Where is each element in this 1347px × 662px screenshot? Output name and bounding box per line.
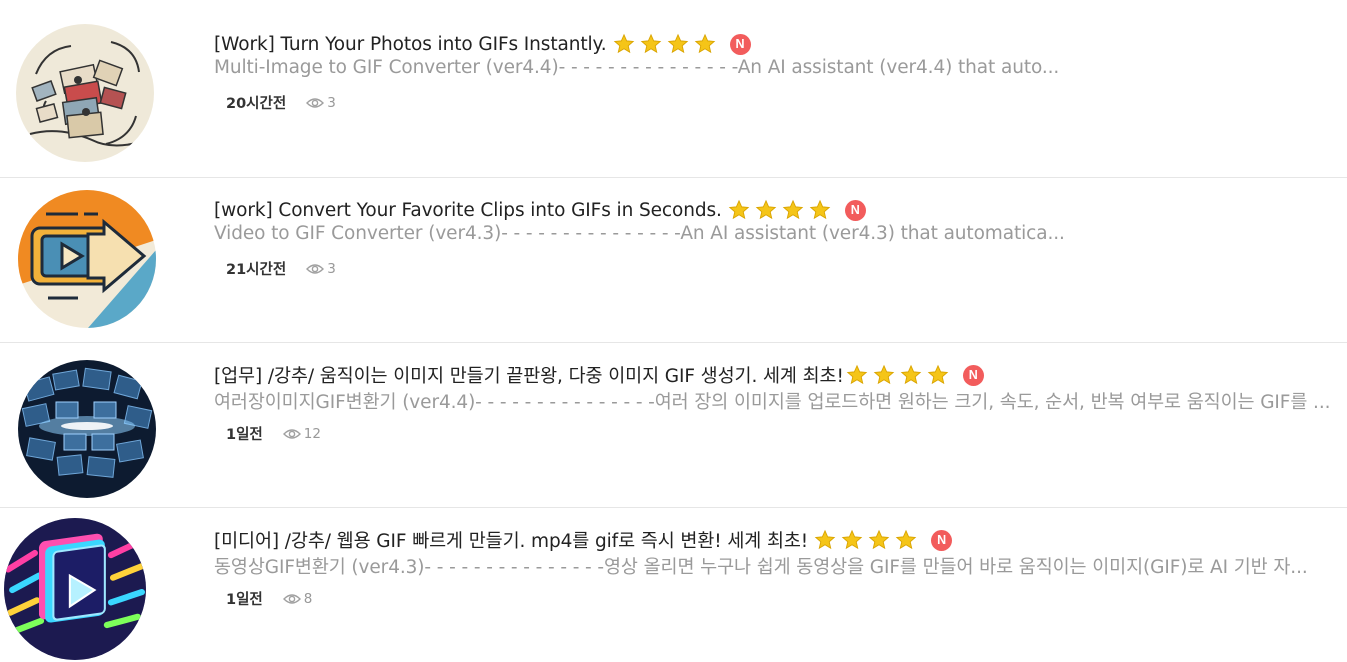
post-title-row: [미디어] /강추/ 웹용 GIF 빠르게 만들기. mp4를 gif로 즉시 …: [214, 526, 953, 554]
eye-icon: [282, 428, 301, 440]
post-title[interactable]: [업무] /강추/ 움직이는 이미지 만들기 끝판왕, 다중 이미지 GIF 생…: [214, 362, 844, 388]
post-list: [Work] Turn Your Photos into GIFs Instan…: [0, 0, 1347, 662]
post-meta: 21시간전 3: [226, 258, 336, 279]
star-icon: [927, 364, 949, 386]
star-icon: [809, 199, 831, 221]
post-item-1[interactable]: [Work] Turn Your Photos into GIFs Instan…: [0, 12, 1347, 178]
post-title[interactable]: [work] Convert Your Favorite Clips into …: [214, 200, 722, 221]
post-time: 21시간전: [226, 262, 287, 278]
view-count: 12: [282, 425, 321, 442]
view-count-value: 12: [303, 425, 321, 442]
star-icon: [694, 33, 716, 55]
eye-icon: [282, 593, 301, 605]
view-count: 3: [306, 95, 336, 111]
post-meta: 20시간전 3: [226, 92, 336, 113]
rating-stars: [814, 529, 922, 551]
post-title[interactable]: [Work] Turn Your Photos into GIFs Instan…: [214, 34, 607, 55]
new-badge: N: [844, 199, 866, 221]
video-to-gif-arrow-icon[interactable]: [18, 190, 156, 328]
post-item-3[interactable]: [업무] /강추/ 움직이는 이미지 만들기 끝판왕, 다중 이미지 GIF 생…: [0, 343, 1347, 508]
view-count-value: 3: [327, 260, 336, 277]
post-time: 20시간전: [226, 96, 287, 112]
star-icon: [873, 364, 895, 386]
post-title-row: [업무] /강추/ 움직이는 이미지 만들기 끝판왕, 다중 이미지 GIF 생…: [214, 361, 984, 389]
new-badge: N: [931, 529, 953, 551]
post-description[interactable]: 여러장이미지GIF변환기 (ver4.4)- - - - - - - - - -…: [214, 388, 1334, 414]
star-icon: [782, 199, 804, 221]
view-count: 3: [306, 261, 336, 277]
view-count-value: 8: [303, 590, 313, 607]
star-icon: [667, 33, 689, 55]
post-title-row: [work] Convert Your Favorite Clips into …: [214, 196, 866, 224]
post-description[interactable]: Video to GIF Converter (ver4.3)- - - - -…: [214, 223, 1334, 244]
star-icon: [640, 33, 662, 55]
post-meta: 1일전 12: [226, 423, 321, 444]
rating-stars: [846, 364, 954, 386]
eye-icon: [306, 97, 325, 109]
star-icon: [814, 529, 836, 551]
view-count: 8: [282, 590, 313, 607]
sketch-stacked-photos-icon[interactable]: [16, 24, 154, 162]
star-icon: [613, 33, 635, 55]
post-meta: 1일전 8: [226, 588, 312, 609]
rating-stars: [613, 33, 721, 55]
post-item-4[interactable]: [미디어] /강추/ 웹용 GIF 빠르게 만들기. mp4를 gif로 즉시 …: [0, 508, 1347, 662]
digital-image-grid-icon[interactable]: [18, 360, 156, 498]
rating-stars: [728, 199, 836, 221]
post-item-2[interactable]: [work] Convert Your Favorite Clips into …: [0, 178, 1347, 343]
star-icon: [841, 529, 863, 551]
star-icon: [895, 529, 917, 551]
post-description[interactable]: 동영상GIF변환기 (ver4.3)- - - - - - - - - - - …: [214, 553, 1334, 579]
post-description[interactable]: Multi-Image to GIF Converter (ver4.4)- -…: [214, 57, 1334, 78]
star-icon: [868, 529, 890, 551]
post-title-row: [Work] Turn Your Photos into GIFs Instan…: [214, 30, 751, 58]
star-icon: [846, 364, 868, 386]
star-icon: [900, 364, 922, 386]
new-badge: N: [729, 33, 751, 55]
star-icon: [755, 199, 777, 221]
star-icon: [728, 199, 750, 221]
post-time: 1일전: [226, 592, 263, 608]
neon-play-button-icon[interactable]: [4, 518, 146, 660]
post-time: 1일전: [226, 427, 263, 443]
view-count-value: 3: [327, 94, 336, 111]
eye-icon: [306, 263, 325, 275]
post-title[interactable]: [미디어] /강추/ 웹용 GIF 빠르게 만들기. mp4를 gif로 즉시 …: [214, 527, 808, 553]
new-badge: N: [962, 364, 984, 386]
